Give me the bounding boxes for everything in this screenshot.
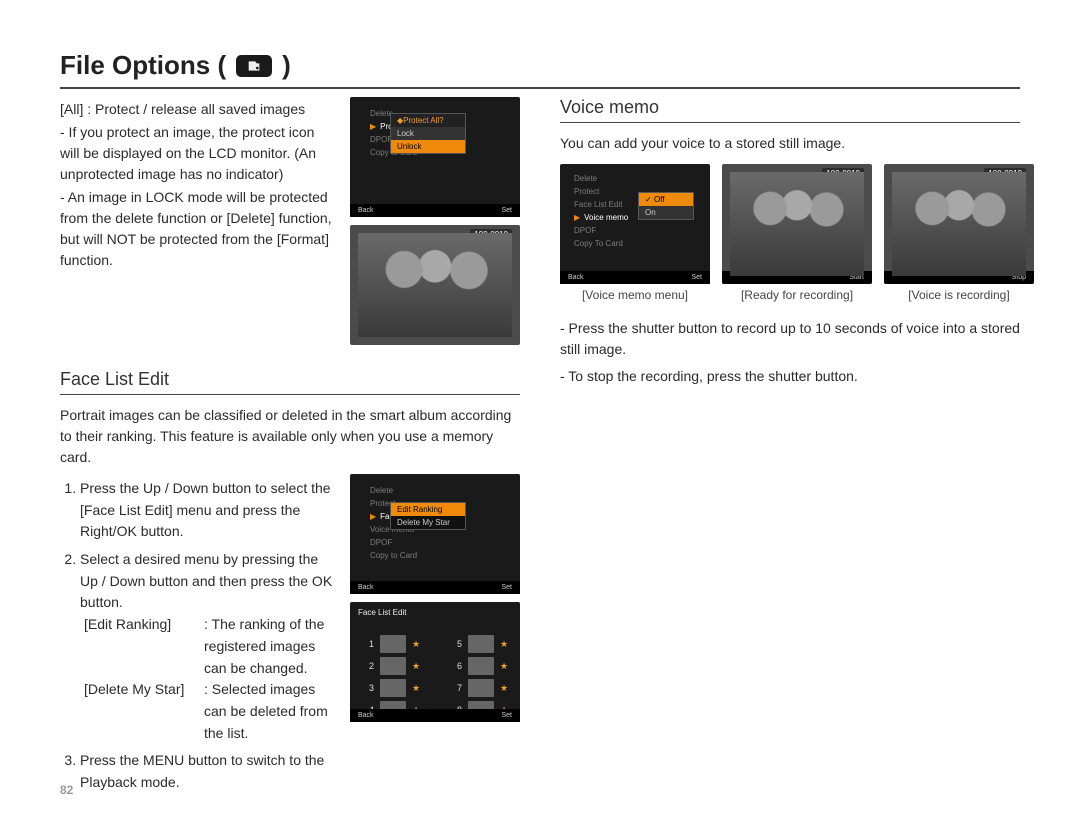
- bullet-icon: ▶: [370, 512, 376, 521]
- rec-time: 00:00:00: [987, 253, 1026, 264]
- file-number-tag: 100-0010: [470, 229, 512, 240]
- protect-all-label: [All] : Protect / release all saved imag…: [60, 99, 336, 120]
- lcd-footer: Stop: [884, 271, 1034, 284]
- voice-note-1: - Press the shutter button to record up …: [560, 318, 1020, 360]
- voice-recording-col: 100-0010 00:00:00 Stop [Voice is recordi…: [884, 164, 1034, 302]
- lcd-footer: Back Set: [350, 204, 520, 217]
- caption-voice-ready: [Ready for recording]: [741, 288, 853, 302]
- bullet-icon: ▶: [370, 122, 376, 131]
- protected-photo-screenshot: 100-0010: [350, 225, 520, 345]
- protect-note-1: - If you protect an image, the protect i…: [60, 122, 336, 185]
- star-icon: ★: [412, 639, 424, 650]
- title-icon-wrap: [232, 55, 276, 77]
- title-prefix: File Options (: [60, 50, 226, 81]
- star-icon: ★: [500, 639, 512, 650]
- file-number-tag: 100-0010: [822, 168, 864, 179]
- protect-block: [All] : Protect / release all saved imag…: [60, 97, 520, 345]
- option-edit-ranking: [Edit Ranking] : The ranking of the regi…: [84, 614, 336, 679]
- page-number: 82: [60, 783, 73, 797]
- caption-voice-recording: [Voice is recording]: [908, 288, 1009, 302]
- protect-note-2: - An image in LOCK mode will be protecte…: [60, 187, 336, 271]
- star-icon: ★: [412, 683, 424, 694]
- star-icon: ★: [500, 661, 512, 672]
- two-column-layout: [All] : Protect / release all saved imag…: [60, 97, 1020, 800]
- voice-recording-screenshot: 100-0010 00:00:00 Stop: [884, 164, 1034, 284]
- title-suffix: ): [282, 50, 291, 81]
- face-list-block: Press the Up / Down button to select the…: [60, 474, 520, 800]
- page-title: File Options ( ): [60, 50, 1020, 89]
- protect-popup: ◆Protect All? Lock Unlock: [390, 113, 466, 154]
- option-delete-my-star: [Delete My Star] : Selected images can b…: [84, 679, 336, 744]
- voice-note-2: - To stop the recording, press the shutt…: [560, 366, 1020, 387]
- face-list-steps: Press the Up / Down button to select the…: [60, 478, 336, 794]
- lcd-footer: Back Set: [350, 709, 520, 722]
- face-list-menu-screenshot: Delete Protect ▶Face List Edit Voice mem…: [350, 474, 520, 594]
- voice-ready-screenshot: 100-0010 00:00:00 Start: [722, 164, 872, 284]
- voice-memo-thumbnails: Delete Protect Face List Edit ▶Voice mem…: [560, 164, 1020, 302]
- protect-menu-screenshot: Delete ▶Protect DPOF Copy to Card ◆Prote…: [350, 97, 520, 217]
- voice-popup: ✓ Off On: [638, 192, 694, 220]
- right-column: Voice memo You can add your voice to a s…: [560, 97, 1020, 800]
- face-list-steps-text: Press the Up / Down button to select the…: [60, 474, 336, 800]
- bullet-icon: ▶: [574, 213, 580, 222]
- star-icon: ★: [412, 661, 424, 672]
- star-icon: ★: [500, 683, 512, 694]
- protect-screens: Delete ▶Protect DPOF Copy to Card ◆Prote…: [350, 97, 520, 345]
- protect-text: [All] : Protect / release all saved imag…: [60, 97, 336, 273]
- face-list-screens: Delete Protect ▶Face List Edit Voice mem…: [350, 474, 520, 722]
- manual-page: File Options ( ) [All] : Protect / relea…: [0, 0, 1080, 815]
- lcd-footer: Back Set: [560, 271, 710, 284]
- lcd-footer: Back Set: [350, 581, 520, 594]
- lcd-footer: Start: [722, 271, 872, 284]
- voice-menu-col: Delete Protect Face List Edit ▶Voice mem…: [560, 164, 710, 302]
- voice-memo-intro: You can add your voice to a stored still…: [560, 133, 1020, 154]
- left-column: [All] : Protect / release all saved imag…: [60, 97, 520, 800]
- file-options-icon: [236, 55, 272, 77]
- voice-ready-col: 100-0010 00:00:00 Start [Ready for recor…: [722, 164, 872, 302]
- face-list-intro: Portrait images can be classified or del…: [60, 405, 520, 468]
- file-number-tag: 100-0010: [984, 168, 1026, 179]
- face-list-heading: Face List Edit: [60, 369, 520, 395]
- face-list-popup: Edit Ranking Delete My Star: [390, 502, 466, 530]
- caption-voice-menu: [Voice memo menu]: [582, 288, 688, 302]
- voice-menu-screenshot: Delete Protect Face List Edit ▶Voice mem…: [560, 164, 710, 284]
- voice-memo-heading: Voice memo: [560, 97, 1020, 123]
- rec-time: 00:00:00: [825, 253, 864, 264]
- face-list-grid-screenshot: Face List Edit 1★ 5★ 2★ 6★ 3★ 7★ 4★ 8★: [350, 602, 520, 722]
